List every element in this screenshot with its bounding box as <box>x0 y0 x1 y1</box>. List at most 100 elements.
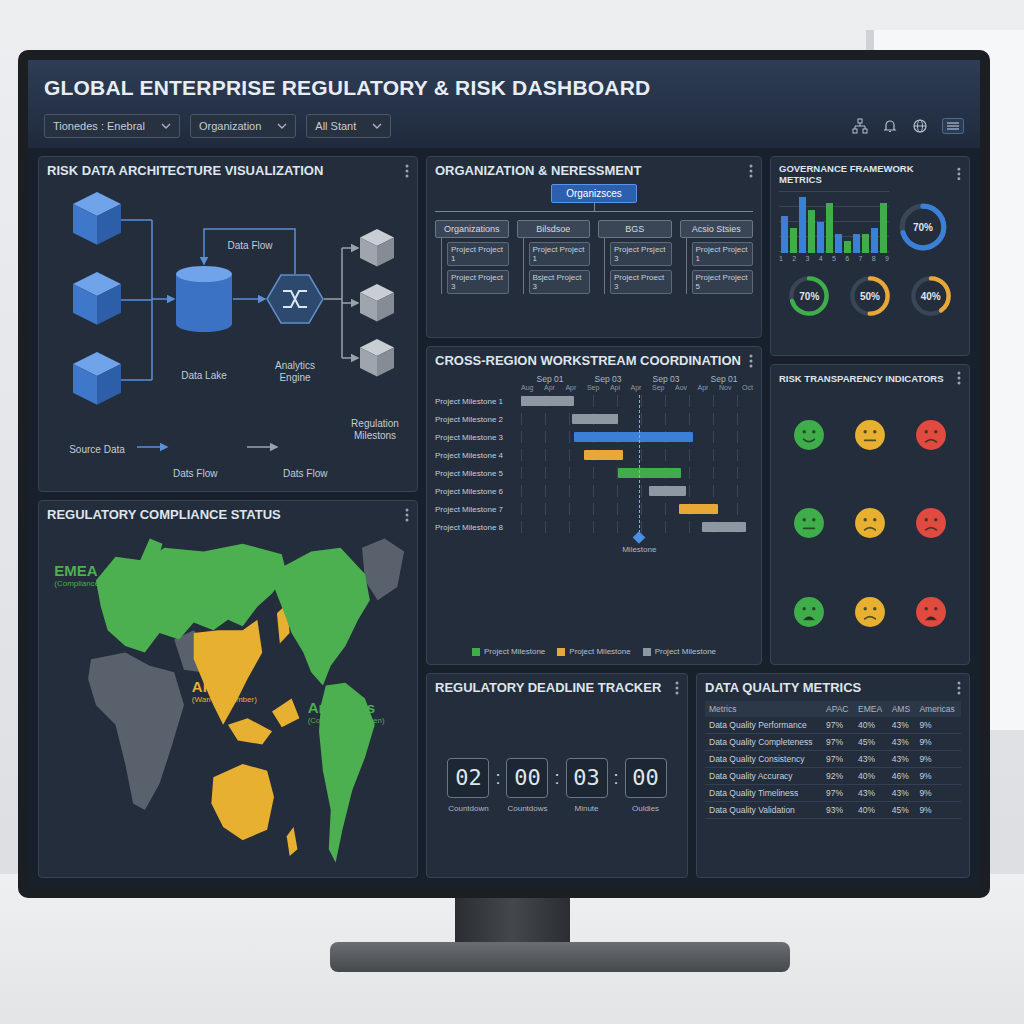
more-icon[interactable] <box>749 354 753 368</box>
org-child-node[interactable]: Project Project 1 <box>447 242 509 266</box>
globe-icon[interactable] <box>912 118 928 134</box>
milestone-label: Milestone <box>622 545 656 554</box>
more-icon[interactable] <box>957 681 961 695</box>
gantt-subtick: Sep <box>587 384 599 391</box>
table-row[interactable]: Data Quality Timeliness97%43%43%9% <box>705 785 961 802</box>
org-child-node[interactable]: Project Proect 3 <box>610 270 672 294</box>
region-shape[interactable] <box>211 764 274 840</box>
gantt-subtick: Apr <box>631 384 642 391</box>
org-child-node[interactable]: Project Project 1 <box>692 242 754 266</box>
gauge-value: 50% <box>848 291 892 302</box>
countdown-label: Countdown <box>448 804 488 813</box>
gantt-bar[interactable] <box>574 432 692 442</box>
gantt-bar[interactable] <box>649 486 686 496</box>
gantt-row-label: Project Milestone 8 <box>435 523 521 532</box>
more-icon[interactable] <box>405 164 409 178</box>
data-lake-icon <box>176 266 232 332</box>
gantt-subtick: Apr <box>544 384 555 391</box>
org-child-node[interactable]: Bsject Project 3 <box>529 270 591 294</box>
governance-top: 12345678970% <box>779 191 961 262</box>
chart-bar <box>790 228 797 253</box>
gantt-row-label: Project Milestone 7 <box>435 505 521 514</box>
table-cell: 9% <box>915 768 961 785</box>
org-child-node[interactable]: Project Prsject 3 <box>610 242 672 266</box>
org-root-node[interactable]: Organizsces <box>551 184 637 203</box>
filter-label: Tionedes : Enebral <box>53 120 145 132</box>
region-shape[interactable] <box>272 699 299 728</box>
filter-dropdown[interactable]: Organization <box>190 114 296 138</box>
region-shape[interactable] <box>287 827 298 856</box>
countdown-unit: 00Countdows <box>506 758 548 813</box>
deadline-panel: REGULATORY DEADLINE TRACKER02Countdown:0… <box>426 673 688 878</box>
gantt-rows: Project Milestone 1Project Milestone 2Pr… <box>435 395 753 533</box>
org-node[interactable]: Organizations <box>435 220 509 238</box>
more-icon[interactable] <box>957 371 961 385</box>
table-row[interactable]: Data Quality Consistency97%43%43%9% <box>705 751 961 768</box>
gauge: 40% <box>909 274 953 318</box>
more-icon[interactable] <box>749 164 753 178</box>
panel-title: GOVERNANCE FRAMEWORK METRICS <box>779 163 951 185</box>
region-status: (Compliance - Green) <box>54 579 131 588</box>
more-icon[interactable] <box>675 681 679 695</box>
region-shape[interactable] <box>274 548 370 686</box>
source-cube-icon <box>73 352 121 405</box>
org-node[interactable]: Bilsdsoe <box>517 220 591 238</box>
chart-bar <box>871 228 878 253</box>
region-shape[interactable] <box>228 718 272 744</box>
legend-item: Project Milestone <box>643 647 716 656</box>
source-cube-icon <box>73 192 121 245</box>
org-node[interactable]: Acsio Stsies <box>680 220 754 238</box>
chart-bar <box>835 234 842 253</box>
region-shape[interactable] <box>194 620 262 725</box>
table-row[interactable]: Data Quality Accuracy92%40%46%9% <box>705 768 961 785</box>
gantt-bar[interactable] <box>702 522 746 532</box>
menu-icon[interactable] <box>942 118 964 134</box>
region-name: APAC <box>192 678 257 695</box>
table-cell: 9% <box>915 717 961 734</box>
gantt-track <box>521 395 753 407</box>
chevron-down-icon <box>372 123 382 129</box>
org-child-node[interactable]: Project Project 1 <box>529 242 591 266</box>
region-shape[interactable] <box>140 538 163 564</box>
more-icon[interactable] <box>957 167 961 181</box>
org-node[interactable]: BGS <box>598 220 672 238</box>
bell-icon[interactable] <box>882 118 898 134</box>
gantt-row-label: Project Milestone 6 <box>435 487 521 496</box>
gantt-bar[interactable] <box>618 468 681 478</box>
face-icon <box>854 419 886 451</box>
diagram-label: Data Lake <box>164 370 244 382</box>
gauge-value: 70% <box>897 221 949 232</box>
org-children: Project Prsject 3 Project Proect 3 <box>604 238 672 294</box>
gantt-bar[interactable] <box>521 396 574 406</box>
org-child-node[interactable]: Project Project 3 <box>447 270 509 294</box>
monitor: GLOBAL ENTERPRISE REGULATORY & RISK DASH… <box>18 50 990 898</box>
gantt-row: Project Milestone 2 <box>435 413 753 425</box>
bar-tick: 7 <box>859 255 863 262</box>
milestone-track: Milestone <box>521 533 753 559</box>
architecture-panel: RISK DATA ARCHITECTURE VISUALIZATIONData… <box>38 156 418 492</box>
milestone-diamond <box>633 531 646 544</box>
gantt-tick: Sep 01 <box>537 374 564 384</box>
table-cell: 43% <box>888 717 916 734</box>
left-column: RISK DATA ARCHITECTURE VISUALIZATIONData… <box>38 156 418 878</box>
gantt-bar[interactable] <box>584 450 623 460</box>
table-cell: 9% <box>915 785 961 802</box>
more-icon[interactable] <box>405 508 409 522</box>
gantt-bar[interactable] <box>572 414 618 424</box>
table-cell: Data Quality Timeliness <box>705 785 822 802</box>
table-cell: 43% <box>854 751 888 768</box>
filter-dropdown[interactable]: Tionedes : Enebral <box>44 114 180 138</box>
table-row[interactable]: Data Quality Performance97%40%43%9% <box>705 717 961 734</box>
hierarchy-icon[interactable] <box>852 118 868 134</box>
table-row[interactable]: Data Quality Completeness97%45%43%9% <box>705 734 961 751</box>
filter-dropdown[interactable]: All Stant <box>306 114 391 138</box>
org-child-node[interactable]: Project Project 5 <box>692 270 754 294</box>
countdown: 02Countdown:00Countdows:03Minute:00Ouldi… <box>435 701 679 869</box>
chart-bar <box>853 234 860 253</box>
bar-area <box>779 191 889 253</box>
filter-label: All Stant <box>315 120 356 132</box>
legend-arrow <box>137 446 167 448</box>
table-row[interactable]: Data Quality Validation93%40%45%9% <box>705 802 961 819</box>
gantt-bar[interactable] <box>679 504 718 514</box>
right-column: GOVERNANCE FRAMEWORK METRICS 12345678970%… <box>770 156 970 665</box>
